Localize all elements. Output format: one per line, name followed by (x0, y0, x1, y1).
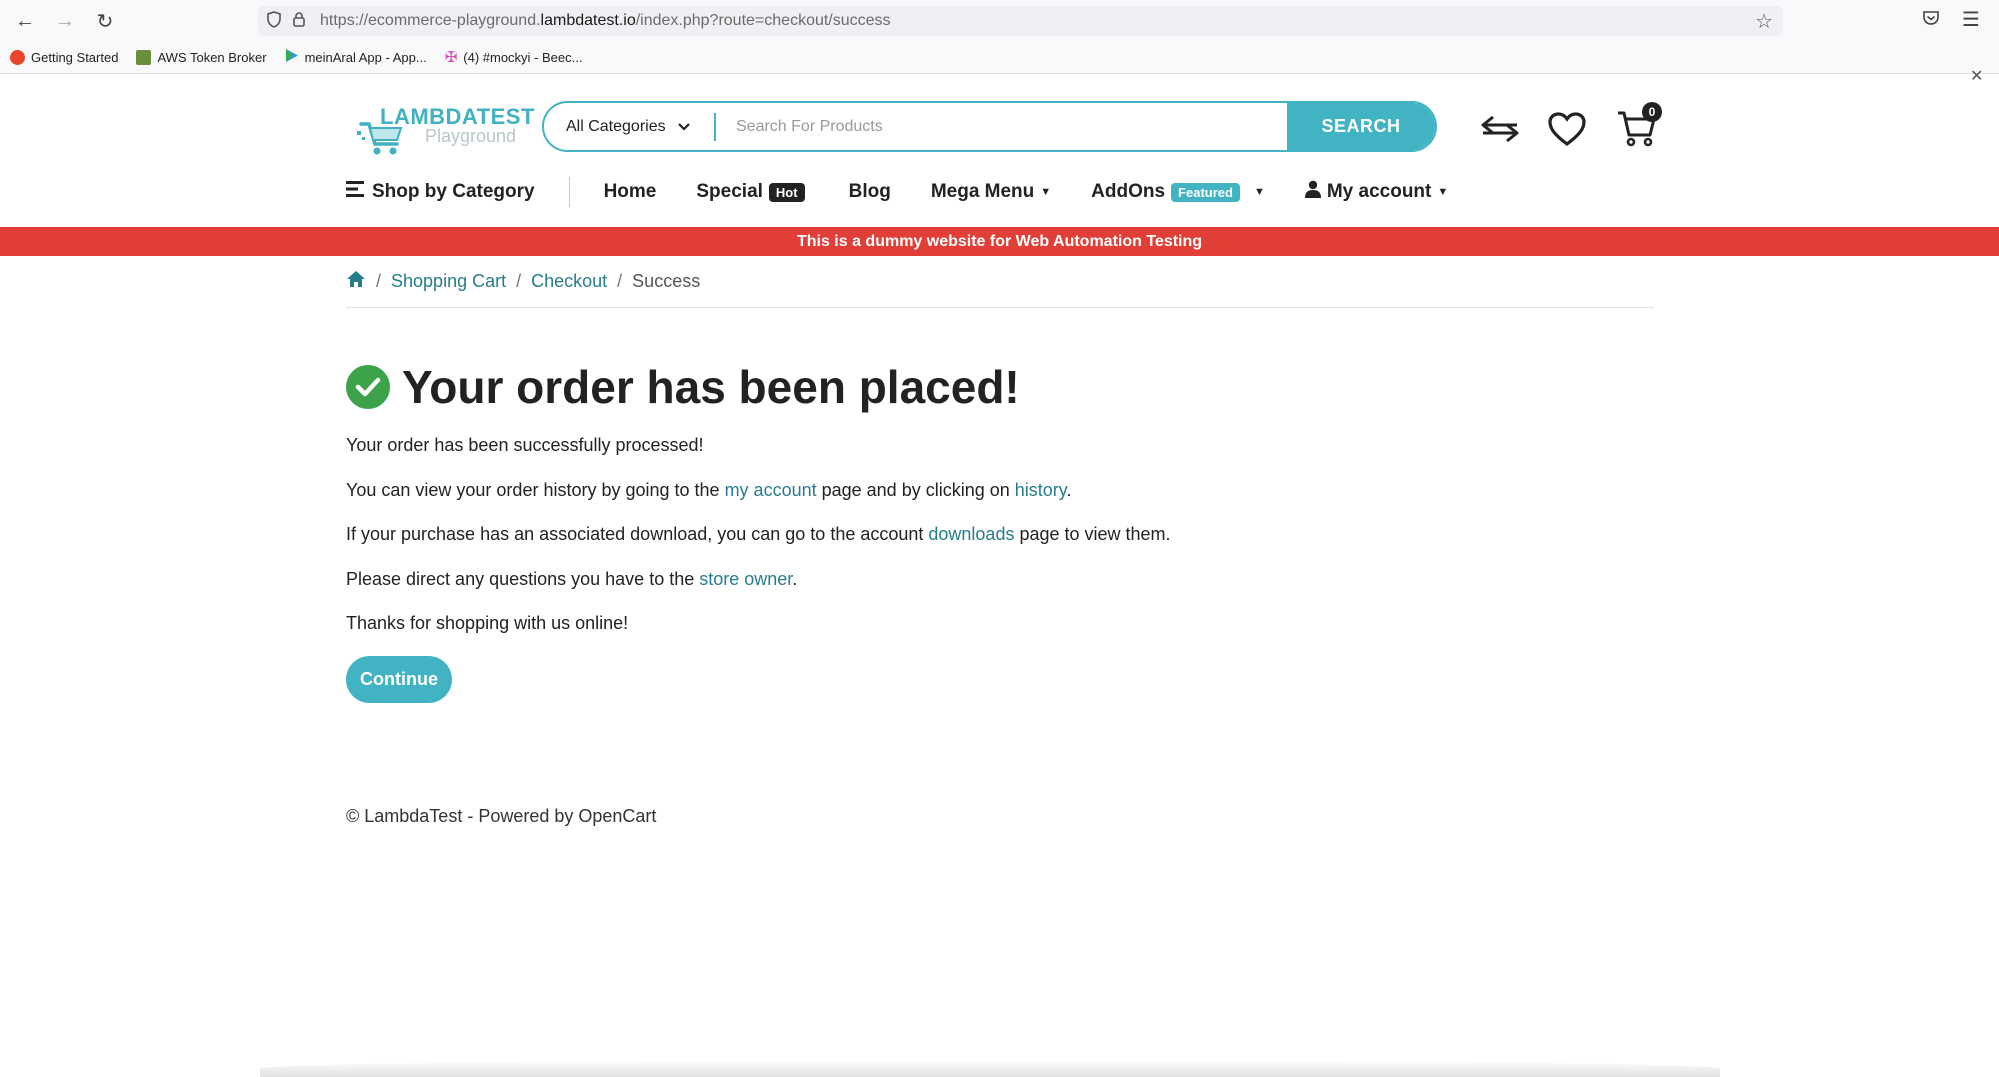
thanks-text: Thanks for shopping with us online! (346, 613, 629, 633)
nav-home[interactable]: Home (604, 181, 657, 203)
reload-icon[interactable]: ↻ (92, 8, 118, 34)
user-icon (1304, 180, 1321, 204)
page-bottom-shadow (260, 1060, 1720, 1077)
nav-my-account[interactable]: My account ▼ (1304, 180, 1449, 204)
shop-by-category-button[interactable]: Shop by Category (346, 180, 535, 204)
nav-blog[interactable]: Blog (849, 181, 891, 203)
cart-button[interactable]: 0 (1612, 102, 1662, 152)
caret-down-icon: ▼ (1253, 186, 1265, 198)
featured-badge: Featured (1171, 182, 1240, 202)
forward-icon[interactable]: → (52, 8, 78, 34)
url-text[interactable]: https://ecommerce-playground.lambdatest.… (320, 12, 891, 30)
back-icon[interactable]: ← (12, 8, 38, 34)
category-dropdown[interactable]: All Categories (544, 103, 714, 150)
page-title: Your order has been placed! (346, 360, 1020, 414)
breadcrumb-shopping-cart[interactable]: Shopping Cart (391, 271, 506, 292)
nav-special[interactable]: Special Hot (696, 181, 805, 203)
cart-count-badge: 0 (1642, 102, 1662, 122)
slack-icon: ✠ (444, 49, 458, 66)
star-icon[interactable]: ☆ (1755, 9, 1773, 34)
nav-addons[interactable]: AddOns Featured ▼ (1091, 181, 1265, 203)
store-owner-link[interactable]: store owner (699, 569, 792, 589)
bookmark-aws-token-broker[interactable]: AWS Token Broker (136, 48, 267, 66)
browser-toolbar: ← → ↻ https://ecommerce-playground.lambd… (0, 0, 1999, 74)
breadcrumb-checkout[interactable]: Checkout (531, 271, 607, 292)
continue-button[interactable]: Continue (346, 656, 452, 703)
history-link[interactable]: history (1015, 480, 1067, 500)
search-button[interactable]: SEARCH (1287, 103, 1435, 150)
caret-down-icon: ▼ (1437, 186, 1449, 198)
search-input[interactable] (716, 103, 1287, 150)
dummy-site-banner: This is a dummy website for Web Automati… (0, 227, 1999, 256)
my-account-link[interactable]: my account (725, 480, 817, 500)
home-icon[interactable] (346, 270, 366, 293)
search-bar: All Categories SEARCH (542, 101, 1437, 152)
check-circle-icon (346, 365, 390, 409)
breadcrumb-success: Success (632, 271, 701, 291)
menu-icon[interactable]: ☰ (1962, 7, 1980, 32)
downloads-link[interactable]: downloads (928, 524, 1014, 544)
compare-icon[interactable] (1477, 106, 1523, 152)
main-navigation: Shop by Category Home Special Hot Blog M… (346, 175, 1448, 209)
breadcrumb-separator: / (617, 271, 623, 291)
nav-mega-menu[interactable]: Mega Menu ▼ (931, 181, 1051, 203)
hamburger-icon (346, 180, 366, 204)
questions-text: Please direct any questions you have to … (346, 569, 798, 589)
bookmark-meinaral[interactable]: meinAral App - App... (285, 48, 427, 66)
shield-icon[interactable] (266, 10, 286, 32)
bookmarks-bar: Getting Started AWS Token Broker meinAra… (10, 48, 582, 66)
chevron-down-icon (677, 118, 690, 136)
lock-icon[interactable] (292, 11, 310, 31)
hot-badge: Hot (768, 182, 805, 202)
bookmark-getting-started[interactable]: Getting Started (10, 48, 118, 66)
url-bar[interactable]: https://ecommerce-playground.lambdatest.… (258, 6, 1783, 36)
firefox-icon (10, 49, 25, 65)
pocket-icon[interactable] (1922, 9, 1940, 32)
footer-copyright: © LambdaTest - Powered by OpenCart (346, 806, 657, 826)
breadcrumb-divider (346, 307, 1654, 308)
logo-subtitle: Playground (425, 126, 517, 146)
bookmark-mockyi[interactable]: ✠ (4) #mockyi - Beec... (445, 48, 583, 66)
breadcrumb: / Shopping Cart / Checkout / Success (346, 270, 700, 293)
downloads-text: If your purchase has an associated downl… (346, 524, 1171, 544)
processed-text: Your order has been successfully process… (346, 435, 704, 455)
breadcrumb-separator: / (516, 271, 522, 291)
close-icon[interactable]: ✕ (1970, 66, 1983, 86)
site-logo[interactable]: LAMBDATEST Playground (355, 102, 534, 155)
wishlist-heart-icon[interactable] (1544, 106, 1590, 152)
aws-icon (136, 49, 152, 65)
order-history-text: You can view your order history by going… (346, 480, 1072, 500)
play-store-icon (285, 48, 299, 66)
breadcrumb-separator: / (376, 271, 382, 291)
nav-divider (568, 177, 570, 207)
caret-down-icon: ▼ (1040, 186, 1052, 198)
